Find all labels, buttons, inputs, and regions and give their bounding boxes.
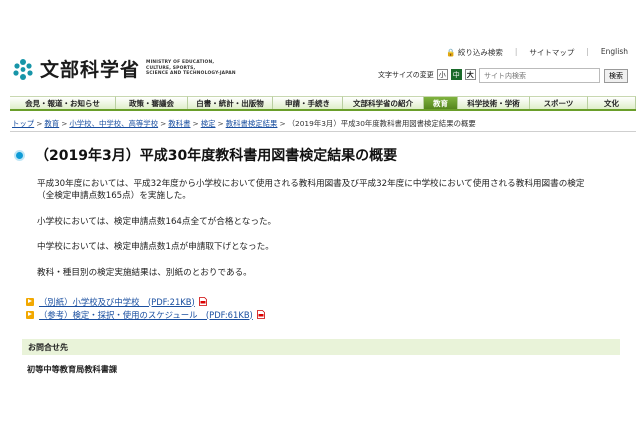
paragraph-elementary: 小学校においては、検定申請点数164点全てが合格となった。: [37, 217, 277, 227]
util-separator: |: [514, 47, 518, 56]
utility-links: 🔒 絞り込み検索 | サイトマップ | English: [446, 47, 628, 58]
util-separator: |: [586, 47, 589, 56]
pdf-icon: [256, 310, 265, 319]
lock-icon: 🔒: [446, 48, 456, 57]
nav-item-sports[interactable]: スポーツ: [530, 96, 588, 109]
contact-department: 初等中等教育局教科書課: [27, 364, 118, 374]
nav-item-press[interactable]: 会見・報道・お知らせ: [10, 96, 116, 109]
breadcrumb-divider: [10, 131, 636, 132]
nav-item-culture[interactable]: 文化: [588, 96, 636, 109]
global-nav: 会見・報道・お知らせ 政策・審議会 白書・統計・出版物 申請・手続き 文部科学省…: [10, 96, 636, 111]
page-title: （2019年3月）平成30年度教科書用図書検定結果の概要: [14, 145, 397, 165]
text-size-small-button[interactable]: 小: [436, 69, 448, 80]
site-logo[interactable]: 文部科学省 MINISTRY OF EDUCATION, CULTURE, SP…: [10, 55, 236, 82]
nav-item-whitepaper[interactable]: 白書・統計・出版物: [188, 96, 273, 109]
breadcrumb-link-schools[interactable]: 小学校、中学校、高等学校: [69, 119, 158, 128]
site-search: 検索: [479, 68, 628, 83]
breadcrumb-link-top[interactable]: トップ: [12, 119, 34, 128]
util-link-filter-search[interactable]: 🔒 絞り込み検索: [446, 47, 503, 58]
text-size-control: 文字サイズの変更 小 中 大: [378, 69, 476, 80]
breadcrumb: トップ > 教育 > 小学校、中学校、高等学校 > 教科書 > 検定 > 教科書検定結果 > （2019…: [12, 119, 476, 128]
search-input[interactable]: [479, 68, 600, 83]
paragraph-junior-high: 中学校においては、検定申請点数1点が申請取下げとなった。: [37, 242, 274, 252]
page-title-text: （2019年3月）平成30年度教科書用図書検定結果の概要: [35, 148, 398, 164]
search-button[interactable]: 検索: [604, 68, 628, 83]
nav-item-policy[interactable]: 政策・審議会: [116, 96, 188, 109]
text-size-large-button[interactable]: 大: [464, 69, 476, 80]
breadcrumb-link-results[interactable]: 教科書検定結果: [226, 119, 278, 128]
site-header: 文部科学省 MINISTRY OF EDUCATION, CULTURE, SP…: [0, 0, 640, 92]
util-link-sitemap[interactable]: サイトマップ: [529, 47, 574, 58]
circle-bullet-icon: [14, 149, 25, 161]
paragraph-results: 教科・種目別の検定実施結果は、別紙のとおりである。: [37, 268, 252, 278]
logo-text: 文部科学省: [40, 59, 141, 81]
contact-heading: お問合せ先: [22, 339, 620, 355]
breadcrumb-link-education[interactable]: 教育: [44, 119, 59, 128]
document-link-schedule[interactable]: （参考）検定・採択・使用のスケジュール (PDF:61KB): [26, 308, 265, 321]
logo-english: MINISTRY OF EDUCATION, CULTURE, SPORTS, …: [146, 60, 236, 77]
breadcrumb-link-authorization[interactable]: 検定: [201, 119, 216, 128]
nav-item-education[interactable]: 教育: [424, 96, 458, 109]
paragraph-intro: 平成30年度においては、平成32年度から小学校において使用される教科用図書及び平…: [37, 179, 585, 202]
pdf-icon: [198, 297, 207, 306]
nav-item-application[interactable]: 申請・手続き: [273, 96, 343, 109]
mext-logo-icon: [13, 58, 33, 80]
arrow-right-icon: [26, 310, 34, 319]
nav-item-science[interactable]: 科学技術・学術: [458, 96, 530, 109]
text-size-label: 文字サイズの変更: [378, 70, 434, 79]
document-link-attachment[interactable]: （別紙）小学校及び中学校 (PDF:21KB): [26, 295, 265, 308]
arrow-right-icon: [26, 297, 34, 306]
util-link-english[interactable]: English: [601, 47, 628, 58]
text-size-medium-button[interactable]: 中: [450, 69, 462, 80]
breadcrumb-current: （2019年3月）平成30年度教科書用図書検定結果の概要: [287, 119, 476, 128]
nav-item-about[interactable]: 文部科学省の紹介: [343, 96, 424, 109]
breadcrumb-link-textbooks[interactable]: 教科書: [168, 119, 190, 128]
document-links: （別紙）小学校及び中学校 (PDF:21KB) （参考）検定・採択・使用のスケジ…: [26, 295, 265, 321]
